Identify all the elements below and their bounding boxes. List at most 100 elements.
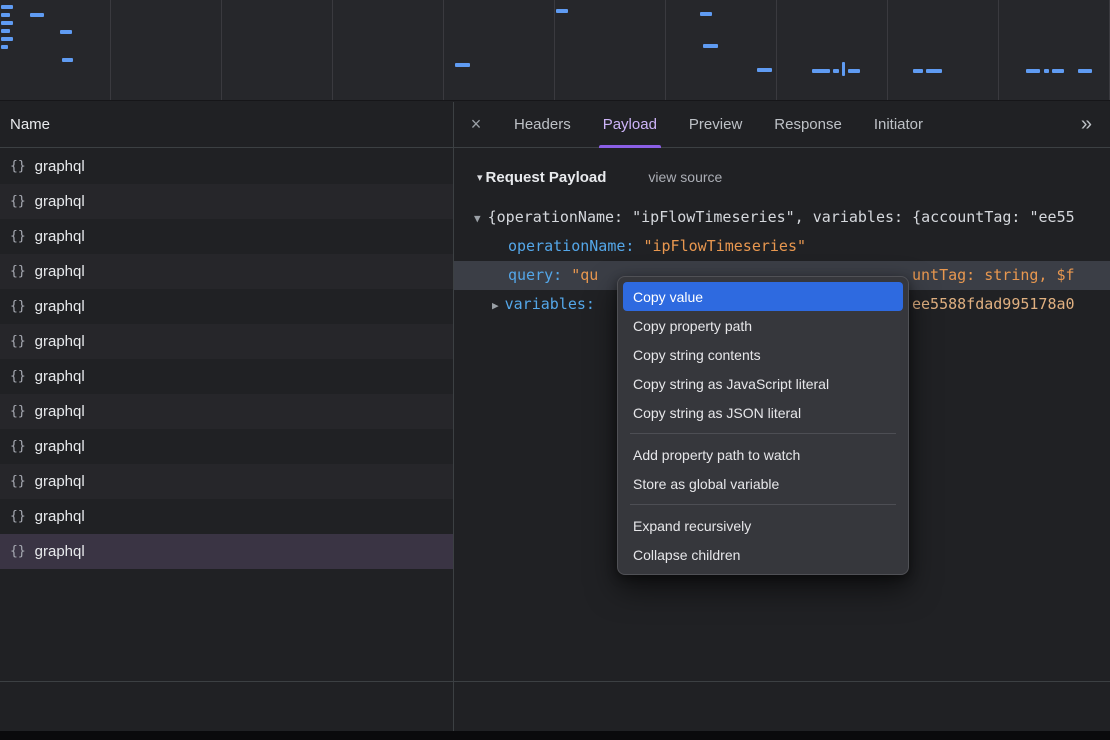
collapse-triangle-icon: ▾ bbox=[477, 171, 483, 184]
json-key: variables: bbox=[505, 295, 595, 313]
tab-response[interactable]: Response bbox=[761, 102, 855, 147]
menu-item-copy-value[interactable]: Copy value bbox=[623, 282, 903, 311]
json-key: operationName: bbox=[508, 237, 634, 255]
panel-divider[interactable] bbox=[453, 102, 454, 732]
json-braces-icon: {} bbox=[10, 194, 26, 209]
request-label: graphql bbox=[35, 508, 85, 525]
request-label: graphql bbox=[35, 403, 85, 420]
menu-item-copy-string-js-literal[interactable]: Copy string as JavaScript literal bbox=[623, 369, 903, 398]
json-string-value: "ipFlowTimeseries" bbox=[643, 237, 806, 255]
payload-summary: {operationName: "ipFlowTimeseries", vari… bbox=[488, 208, 1075, 226]
json-braces-icon: {} bbox=[10, 229, 26, 244]
request-row[interactable]: {} graphql bbox=[0, 499, 453, 534]
payload-row-query[interactable]: query: "qu bbox=[508, 261, 598, 290]
close-details-button[interactable]: × bbox=[454, 102, 498, 147]
tab-preview[interactable]: Preview bbox=[676, 102, 755, 147]
request-row-selected[interactable]: {} graphql bbox=[0, 534, 453, 569]
devtools-network-panel: Name {} graphql {} graphql {} graphql {} gra… bbox=[0, 0, 1110, 740]
tab-headers[interactable]: Headers bbox=[501, 102, 584, 147]
close-icon: × bbox=[471, 114, 482, 135]
tab-initiator[interactable]: Initiator bbox=[861, 102, 936, 147]
request-row[interactable]: {} graphql bbox=[0, 324, 453, 359]
json-braces-icon: {} bbox=[10, 334, 26, 349]
timeline-request-bar bbox=[1, 45, 8, 49]
timeline-request-bar bbox=[833, 69, 839, 73]
menu-separator bbox=[630, 504, 896, 505]
timeline-request-bar bbox=[1, 13, 10, 17]
timeline-request-bar bbox=[1, 37, 13, 41]
request-label: graphql bbox=[35, 438, 85, 455]
request-row[interactable]: {}graphql bbox=[0, 289, 453, 324]
timeline-request-bar bbox=[1026, 69, 1040, 73]
details-tab-bar: × Headers Payload Preview Response Initi… bbox=[454, 102, 1110, 148]
payload-row-variables[interactable]: ▶ variables: bbox=[492, 290, 595, 319]
json-string-value: "qu bbox=[571, 266, 598, 284]
menu-item-copy-property-path[interactable]: Copy property path bbox=[623, 311, 903, 340]
json-braces-icon: {} bbox=[10, 159, 26, 174]
request-label: graphql bbox=[35, 368, 85, 385]
context-menu: Copy value Copy property path Copy strin… bbox=[617, 276, 909, 575]
collapsed-triangle-icon: ▶ bbox=[492, 299, 499, 312]
json-braces-icon: {} bbox=[10, 544, 26, 559]
payload-row-variables-tail: ee5588fdad995178a0 bbox=[912, 290, 1110, 319]
section-title: Request Payload bbox=[486, 169, 607, 186]
menu-item-copy-string-contents[interactable]: Copy string contents bbox=[623, 340, 903, 369]
view-source-toggle[interactable]: view source bbox=[648, 169, 722, 185]
timeline-request-bar bbox=[913, 69, 923, 73]
request-label: graphql bbox=[35, 333, 85, 350]
name-column-header[interactable]: Name bbox=[0, 102, 453, 148]
request-label: graphql bbox=[35, 193, 85, 210]
timeline-request-bar bbox=[700, 12, 712, 16]
timeline-request-bar bbox=[1078, 69, 1092, 73]
json-braces-icon: {} bbox=[10, 509, 26, 524]
chevron-double-right-icon: » bbox=[1081, 113, 1092, 136]
timeline-request-bar bbox=[62, 58, 73, 62]
request-row[interactable]: {} graphql bbox=[0, 359, 453, 394]
timeline-request-bar bbox=[757, 68, 772, 72]
menu-item-store-as-global-variable[interactable]: Store as global variable bbox=[623, 469, 903, 498]
payload-row-query-tail: untTag: string, $f bbox=[912, 261, 1110, 290]
more-tabs-button[interactable]: » bbox=[1063, 102, 1110, 147]
request-payload-section-header[interactable]: ▾ Request Payload view source bbox=[477, 164, 722, 190]
request-label: graphql bbox=[35, 543, 85, 560]
timeline-request-bar bbox=[812, 69, 830, 73]
json-braces-icon: {} bbox=[10, 299, 26, 314]
request-row[interactable]: {} graphql bbox=[0, 429, 453, 464]
json-braces-icon: {} bbox=[10, 439, 26, 454]
timeline-request-bar bbox=[1, 29, 10, 33]
menu-separator bbox=[630, 433, 896, 434]
timeline-request-bar bbox=[1044, 69, 1049, 73]
request-row[interactable]: {} graphql bbox=[0, 219, 453, 254]
menu-item-collapse-children[interactable]: Collapse children bbox=[623, 540, 903, 569]
payload-root-row[interactable]: ▼{operationName: "ipFlowTimeseries", var… bbox=[474, 203, 1110, 232]
menu-item-copy-string-json-literal[interactable]: Copy string as JSON literal bbox=[623, 398, 903, 427]
request-row[interactable]: {}graphql bbox=[0, 394, 453, 429]
request-row[interactable]: {} graphql bbox=[0, 184, 453, 219]
name-column-label: Name bbox=[10, 116, 50, 133]
json-braces-icon: {} bbox=[10, 474, 26, 489]
timeline-request-bar bbox=[1, 5, 13, 9]
request-row[interactable]: {} graphql bbox=[0, 149, 453, 184]
menu-item-add-property-path-to-watch[interactable]: Add property path to watch bbox=[623, 440, 903, 469]
timeline-request-bar bbox=[1, 21, 13, 25]
json-braces-icon: {} bbox=[10, 369, 26, 384]
tab-payload[interactable]: Payload bbox=[590, 102, 670, 147]
timeline-request-bar bbox=[60, 30, 72, 34]
timeline-request-bar bbox=[703, 44, 718, 48]
request-label: graphql bbox=[35, 228, 85, 245]
footer-separator bbox=[0, 681, 1110, 682]
request-row[interactable]: {}graphql bbox=[0, 254, 453, 289]
json-braces-icon: {} bbox=[10, 264, 26, 279]
menu-item-expand-recursively[interactable]: Expand recursively bbox=[623, 511, 903, 540]
timeline-request-bar bbox=[848, 69, 860, 73]
timeline-request-bar bbox=[556, 9, 568, 13]
json-key: query: bbox=[508, 266, 562, 284]
request-row[interactable]: {}graphql bbox=[0, 464, 453, 499]
payload-row-operationName[interactable]: operationName: "ipFlowTimeseries" bbox=[508, 232, 806, 261]
timeline-request-bar bbox=[842, 62, 845, 76]
request-label: graphql bbox=[35, 158, 85, 175]
window-bottom-edge bbox=[0, 731, 1110, 740]
network-overview-strip[interactable] bbox=[0, 0, 1110, 101]
timeline-request-bar bbox=[926, 69, 942, 73]
timeline-request-bar bbox=[30, 13, 44, 17]
